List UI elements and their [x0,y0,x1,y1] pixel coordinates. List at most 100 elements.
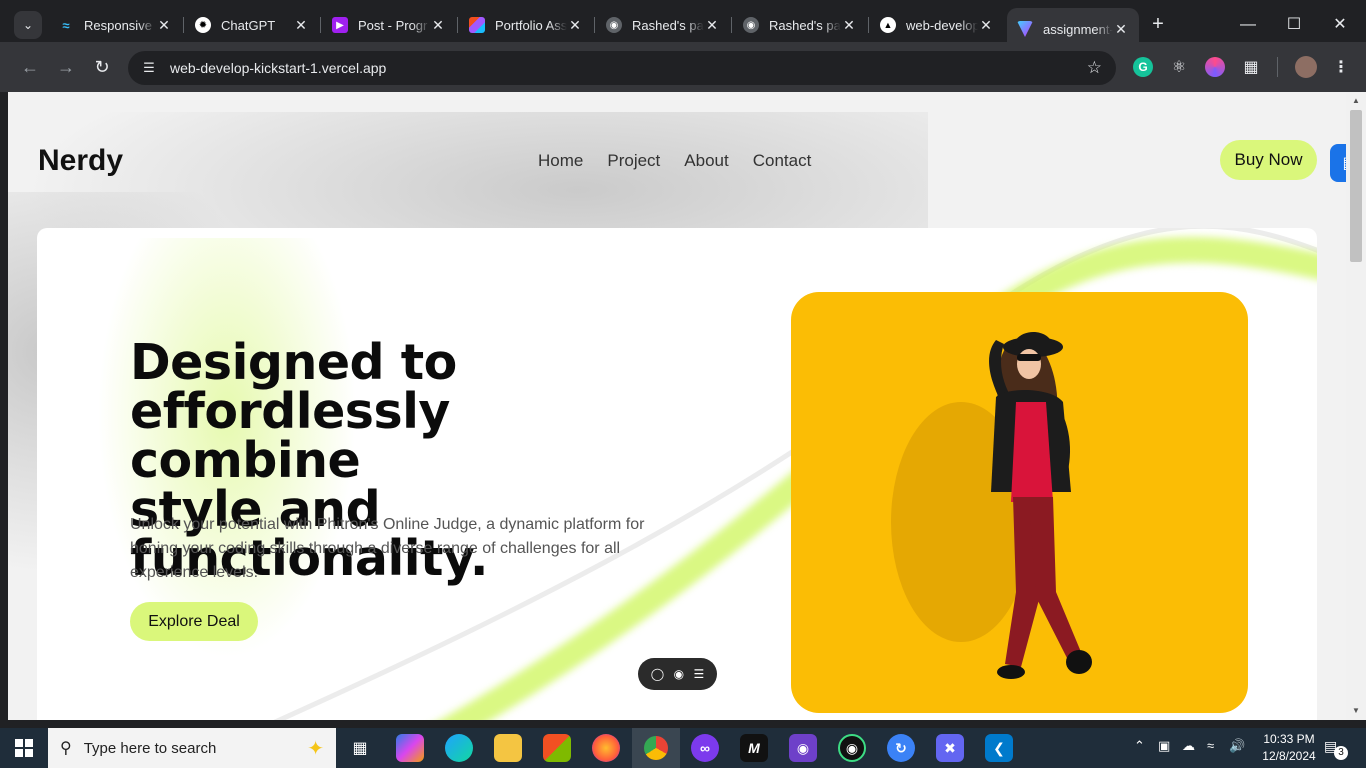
close-icon[interactable]: ✕ [293,17,309,34]
arrow-right-icon: → [57,57,75,77]
nav-contact[interactable]: Contact [753,151,812,171]
hero-section: Designed to effordlessly combine style a… [37,228,1317,720]
new-tab-button[interactable]: + [1147,13,1169,35]
close-icon[interactable]: ✕ [156,17,172,34]
minimize-button[interactable]: — [1235,12,1261,38]
minimize-icon: — [1240,16,1256,33]
globe-icon: ◉ [743,17,759,33]
site-logo[interactable]: Nerdy [38,144,123,178]
close-icon: ✕ [1333,16,1347,33]
side-extension-button[interactable]: ▤ [1330,144,1346,182]
task-view-icon[interactable]: ▦ [346,734,374,762]
chrome-taskbar-button[interactable] [632,728,680,768]
address-url[interactable]: web-develop-kickstart-1.vercel.app [170,60,386,76]
tab-title: Portfolio Ass [495,17,567,33]
browser-tab[interactable]: ≈ Responsive ✕ [48,8,182,42]
tab-title: assignment- [1043,21,1113,37]
programming-hero-icon: ▶ [332,17,348,33]
browser-tab[interactable]: ✹ ChatGPT ✕ [185,8,319,42]
maximize-button[interactable]: ☐ [1281,12,1307,38]
github-desktop-icon[interactable]: ◉ [789,734,817,762]
reload-button[interactable]: ↻ [90,55,114,79]
vercel-icon: ▲ [880,17,896,33]
windows-taskbar: ⚲ Type here to search ✦ ▦ ∞ M ◉ ◉ ↻ ✖ ❮ … [0,728,1366,768]
notification-button[interactable]: ▤ 3 [1324,738,1348,760]
reload-icon: ↻ [94,57,110,77]
clock-time: 10:33 PM [1263,732,1315,746]
back-button[interactable]: ← [18,55,42,79]
main-nav: Home Project About Contact [538,151,811,171]
hero-subtext: Unlock your potential with Phitron's Onl… [130,516,645,581]
hero-image [791,292,1248,713]
close-window-button[interactable]: ✕ [1327,12,1353,38]
bookmark-star-icon[interactable]: ☆ [1087,58,1102,78]
browser-tab[interactable]: ◉ Rashed's pag ✕ [596,8,730,42]
app-icon[interactable]: ◉ [838,734,866,762]
wifi-icon[interactable]: ≈ [1207,738,1214,753]
medium-icon[interactable]: M [740,734,768,762]
sparkle-icon: ✦ [307,738,324,760]
firefox-icon[interactable] [592,734,620,762]
woman-illustration [891,332,1092,679]
floating-toolbar[interactable]: ◯ ◉ ☰ [638,658,717,690]
react-devtools-icon[interactable]: ⚛ [1169,57,1189,77]
tab-title: web-develop [906,17,978,33]
search-placeholder: Type here to search [83,739,217,757]
page-viewport: Nerdy Home Project About Contact Buy Now… [8,92,1346,720]
windows-icon [15,739,33,757]
close-icon[interactable]: ✕ [430,17,446,34]
browser-tab[interactable]: ▲ web-develop ✕ [870,8,1004,42]
nav-home[interactable]: Home [538,151,583,171]
eye-icon[interactable]: ◉ [674,667,684,681]
browser-tab[interactable]: ▶ Post - Progr ✕ [322,8,456,42]
avatar[interactable] [1295,56,1317,78]
arrow-left-icon: ← [21,57,39,77]
scroll-up-icon[interactable]: ▲ [1351,96,1361,106]
store-icon[interactable] [543,734,571,762]
edge-icon[interactable] [445,734,473,762]
maximize-icon: ☐ [1286,16,1302,33]
taskbar-search[interactable]: ⚲ Type here to search ✦ [48,728,336,768]
start-button[interactable] [0,728,48,768]
copilot-icon[interactable] [396,734,424,762]
meet-icon[interactable]: ▣ [1158,738,1170,754]
page-scrollbar[interactable]: ▲ ▼ [1346,92,1366,720]
scroll-thumb[interactable] [1350,110,1362,262]
puzzle-icon[interactable]: ▦ [1241,57,1261,77]
clock-date: 12/8/2024 [1262,749,1316,763]
figma-icon [469,17,485,33]
tab-search-button[interactable]: ⌄ [14,11,42,39]
buy-now-button[interactable]: Buy Now [1220,140,1317,180]
close-icon[interactable]: ✕ [978,17,994,34]
list-icon[interactable]: ☰ [694,667,705,681]
sync-icon[interactable]: ↻ [887,734,915,762]
address-bar[interactable]: ☰ web-develop-kickstart-1.vercel.app ☆ [128,51,1116,85]
tab-title: Post - Progr [358,17,428,33]
close-icon[interactable]: ✕ [567,17,583,34]
nav-about[interactable]: About [684,151,728,171]
browser-tab[interactable]: Portfolio Ass ✕ [459,8,593,42]
close-icon[interactable]: ✕ [841,17,857,34]
scroll-down-icon[interactable]: ▼ [1351,706,1361,716]
browser-tab[interactable]: ◉ Rashed's pag ✕ [733,8,867,42]
extension-icon[interactable] [1205,57,1225,77]
volume-icon[interactable]: 🔊 [1229,738,1245,754]
explore-deal-button[interactable]: Explore Deal [130,602,258,641]
chevron-up-icon[interactable]: ⌃ [1134,738,1145,754]
globe-icon: ◉ [606,17,622,33]
tools-icon[interactable]: ✖ [936,734,964,762]
close-icon[interactable]: ✕ [704,17,720,34]
comment-icon[interactable]: ◯ [651,667,664,681]
tab-title: Rashed's pag [632,17,704,33]
cloud-icon[interactable]: ☁ [1182,738,1195,754]
close-icon[interactable]: ✕ [1113,21,1129,38]
file-explorer-icon[interactable] [494,734,522,762]
system-clock[interactable]: 10:33 PM 12/8/2024 [1252,731,1326,765]
nav-project[interactable]: Project [607,151,660,171]
forward-button[interactable]: → [54,55,78,79]
vscode-icon[interactable]: ❮ [985,734,1013,762]
menu-kebab-icon[interactable]: ⋮ [1331,57,1351,77]
site-info-icon[interactable]: ☰ [140,59,158,77]
grammarly-icon[interactable]: G [1133,57,1153,77]
incognito-icon[interactable]: ∞ [691,734,719,762]
